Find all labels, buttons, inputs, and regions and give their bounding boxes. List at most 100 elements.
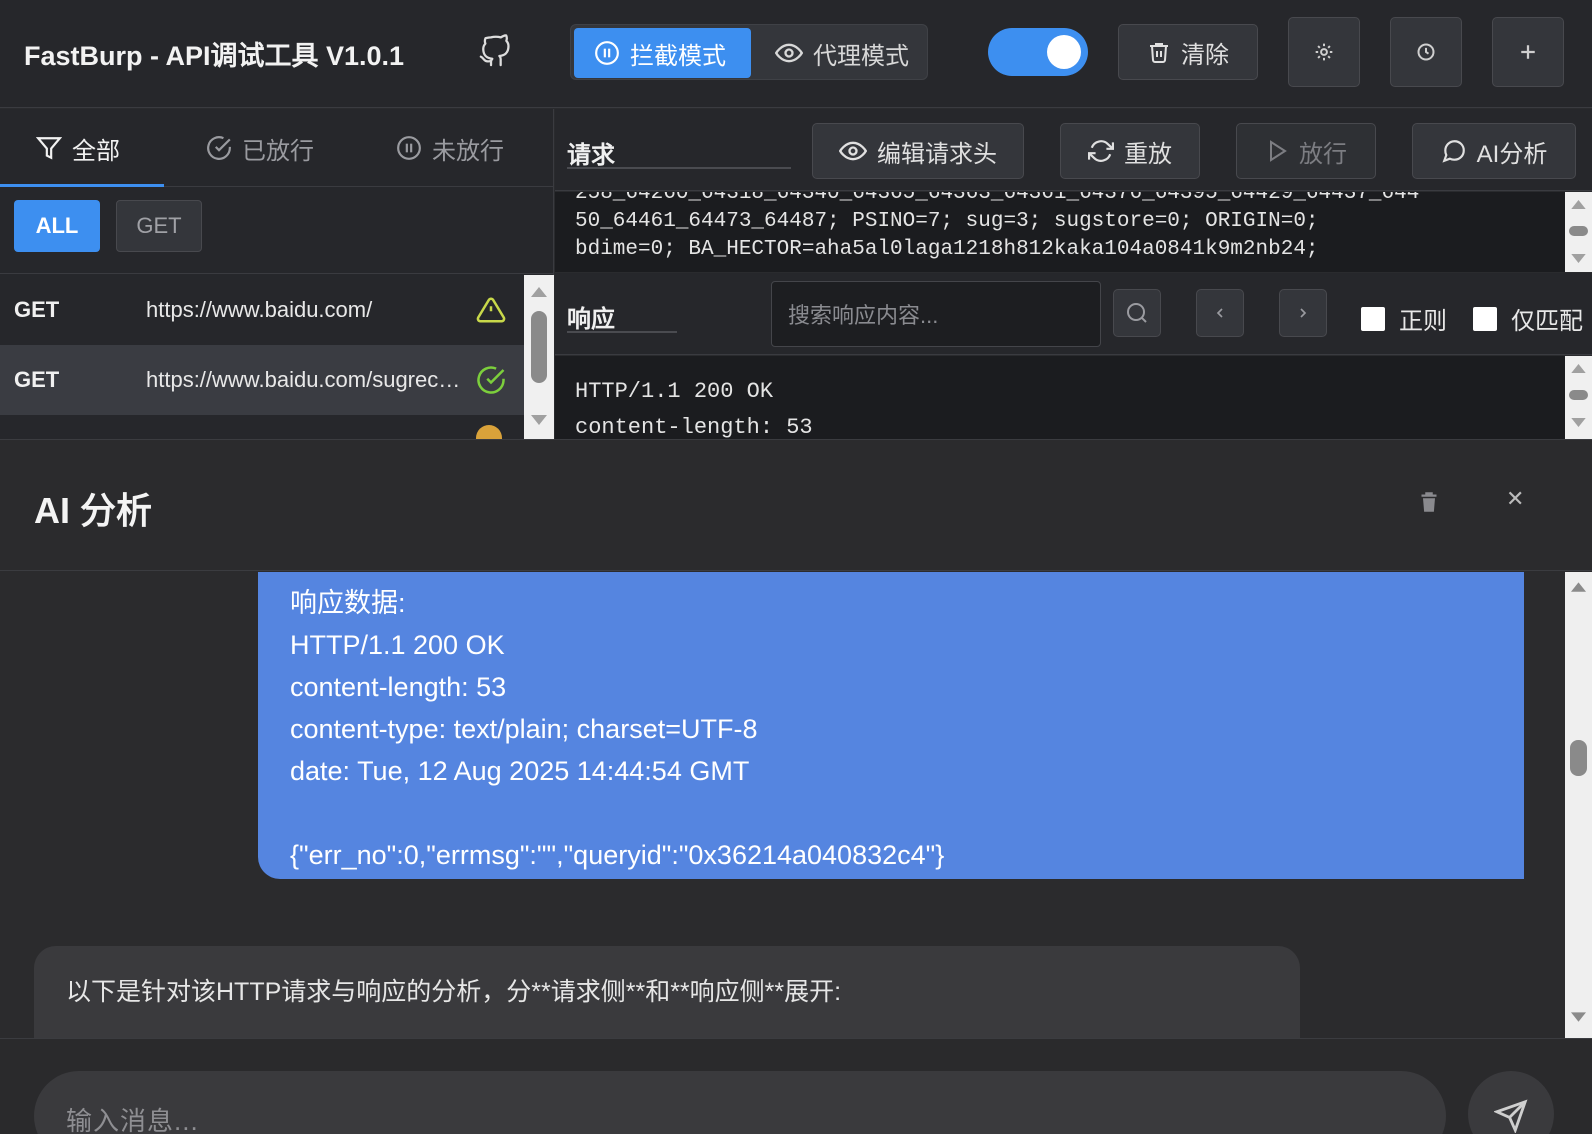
- edit-headers-label: 编辑请求头: [877, 140, 997, 168]
- ai-message: 以下是针对该HTTP请求与响应的分析，分**请求侧**和**响应侧**展开:: [34, 946, 1300, 1038]
- match-only-label: 仅匹配: [1511, 308, 1583, 335]
- response-body[interactable]: HTTP/1.1 200 OK content-length: 53: [555, 356, 1565, 439]
- intercept-mode-button[interactable]: 拦截模式: [574, 28, 751, 78]
- scroll-up-icon: [531, 287, 547, 297]
- request-body-scrollbar[interactable]: [1565, 192, 1592, 272]
- message-line: date: Tue, 12 Aug 2025 14:44:54 GMT: [290, 756, 750, 786]
- history-button[interactable]: [1390, 17, 1462, 87]
- request-line: 50_64461_64473_64487; PSINO=7; sug=3; su…: [575, 210, 1319, 233]
- section-divider: [567, 331, 677, 333]
- section-divider: [567, 167, 791, 169]
- response-section-label: 响应: [567, 306, 615, 333]
- request-section-label: 请求: [567, 142, 615, 169]
- plus-icon: [1521, 45, 1535, 59]
- message-composer: 输入消息...: [0, 1038, 1592, 1134]
- warning-icon: [476, 297, 506, 323]
- tab-forwarded[interactable]: 已放行: [206, 109, 314, 187]
- ai-analyze-button[interactable]: AI分析: [1412, 123, 1576, 179]
- request-method: GET: [14, 367, 60, 392]
- scroll-thumb[interactable]: [1570, 740, 1587, 776]
- proxy-mode-button[interactable]: 代理模式: [755, 28, 929, 78]
- github-icon[interactable]: [478, 34, 512, 68]
- forward-button[interactable]: 放行: [1236, 123, 1376, 179]
- status-dot: [476, 425, 502, 439]
- trash-icon[interactable]: [1420, 492, 1438, 512]
- message-input[interactable]: 输入消息...: [34, 1071, 1446, 1134]
- scroll-thumb[interactable]: [531, 311, 547, 383]
- ai-analyze-label: AI分析: [1476, 140, 1548, 168]
- method-chip-all[interactable]: ALL: [14, 200, 100, 252]
- message-line: content-length: 53: [290, 672, 507, 702]
- request-row[interactable]: GET https://www.baidu.com/sugrec?prod=pc…: [0, 345, 524, 415]
- tab-all-label: 全部: [72, 137, 120, 165]
- response-line: HTTP/1.1 200 OK: [575, 379, 774, 404]
- request-list-scrollbar[interactable]: [524, 275, 554, 439]
- request-url: https://www.baidu.com/: [146, 297, 373, 322]
- message-line: HTTP/1.1 200 OK: [290, 630, 505, 660]
- response-search-input[interactable]: 搜索响应内容...: [771, 281, 1101, 347]
- clear-button[interactable]: 清除: [1118, 24, 1258, 80]
- search-button[interactable]: [1113, 289, 1161, 337]
- pause-circle-icon: [397, 136, 421, 160]
- message-line: content-type: text/plain; charset=UTF-8: [290, 714, 758, 744]
- tab-pending[interactable]: 未放行: [396, 109, 504, 187]
- eye-icon: [839, 141, 867, 161]
- scroll-thumb[interactable]: [1569, 390, 1588, 400]
- chat-messages: 响应数据: HTTP/1.1 200 OK content-length: 53…: [0, 572, 1565, 1038]
- clock-icon: [1417, 43, 1435, 61]
- app-title: FastBurp - API调试工具 V1.0.1: [24, 41, 405, 71]
- message-line: {"err_no":0,"errmsg":"","queryid":"0x362…: [290, 840, 945, 870]
- prev-match-button[interactable]: [1196, 289, 1244, 337]
- response-body-scrollbar[interactable]: [1565, 356, 1592, 439]
- edit-headers-button[interactable]: 编辑请求头: [812, 123, 1024, 179]
- scroll-thumb[interactable]: [1569, 226, 1588, 236]
- request-row[interactable]: GET https://www.baidu.com/: [0, 275, 524, 345]
- filter-tabs: 全部 已放行 未放行: [0, 109, 554, 187]
- send-button[interactable]: [1468, 1071, 1554, 1134]
- proxy-mode-label: 代理模式: [813, 42, 909, 70]
- ai-panel-header: AI 分析 ✕: [0, 440, 1592, 571]
- send-icon: [1494, 1099, 1528, 1133]
- regex-label: 正则: [1399, 308, 1447, 335]
- search-icon: [1127, 303, 1147, 323]
- response-line: content-length: 53: [575, 415, 813, 439]
- replay-button[interactable]: 重放: [1060, 123, 1200, 179]
- match-only-checkbox[interactable]: 仅匹配: [1473, 301, 1583, 336]
- scroll-up-icon: [1571, 364, 1586, 373]
- intercept-toggle[interactable]: [988, 28, 1088, 76]
- filter-icon: [36, 137, 62, 160]
- chat-bubble-icon: [1442, 140, 1465, 163]
- request-method: GET: [14, 297, 60, 322]
- message-line: [290, 792, 1492, 834]
- method-chip-get[interactable]: GET: [116, 200, 202, 252]
- forward-label: 放行: [1299, 140, 1347, 168]
- close-icon[interactable]: ✕: [1506, 486, 1524, 512]
- scroll-down-icon: [1571, 254, 1586, 263]
- gear-icon: [1315, 43, 1333, 61]
- response-header-bar: 响应 搜索响应内容... 正则 仅匹配: [555, 273, 1592, 355]
- settings-button[interactable]: [1288, 17, 1360, 87]
- scroll-down-icon: [1571, 1012, 1586, 1022]
- ai-analysis-panel: AI 分析 ✕ 响应数据: HTTP/1.1 200 OK content-le…: [0, 439, 1592, 1134]
- match-only-checkbox-box[interactable]: [1473, 306, 1497, 331]
- scroll-down-icon: [1571, 418, 1586, 427]
- top-bar: FastBurp - API调试工具 V1.0.1 拦截模式 代理模式 清除: [0, 0, 1592, 108]
- chevron-right-icon: [1300, 308, 1307, 318]
- regex-checkbox-box[interactable]: [1361, 306, 1385, 331]
- next-match-button[interactable]: [1279, 289, 1327, 337]
- add-button[interactable]: [1492, 17, 1564, 87]
- regex-checkbox[interactable]: 正则: [1361, 301, 1447, 336]
- tab-forwarded-label: 已放行: [242, 137, 314, 165]
- request-url: https://www.baidu.com/sugrec?prod=pc_his…: [146, 367, 464, 392]
- scroll-up-icon: [1571, 582, 1586, 592]
- tab-all[interactable]: 全部: [36, 109, 120, 187]
- play-icon: [1270, 140, 1287, 162]
- chat-scrollbar[interactable]: [1565, 572, 1592, 1038]
- replay-label: 重放: [1124, 140, 1172, 168]
- scroll-up-icon: [1571, 200, 1586, 209]
- pause-circle-icon: [595, 41, 619, 65]
- request-body[interactable]: 258_64260_64318_64340_64365_64363_64361_…: [555, 192, 1565, 272]
- scroll-down-icon: [531, 415, 547, 425]
- active-tab-indicator: [0, 184, 164, 187]
- request-line: 258_64260_64318_64340_64365_64363_64361_…: [575, 192, 1420, 205]
